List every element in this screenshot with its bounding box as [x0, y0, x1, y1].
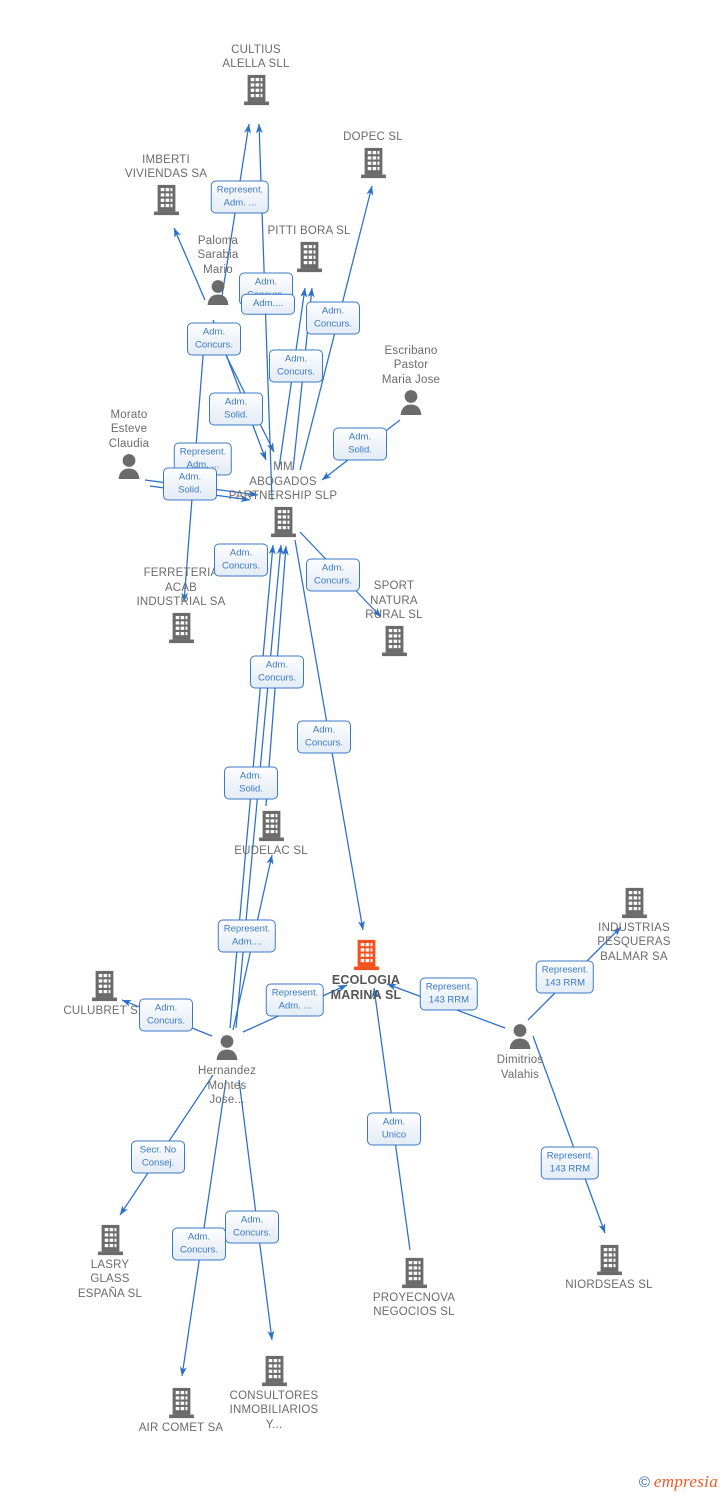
relation-label-r12[interactable]: Adm. Concurs.: [250, 655, 304, 689]
watermark: © empresia: [639, 1472, 718, 1492]
relation-label-r10[interactable]: Adm. Concurs.: [214, 543, 268, 577]
brand-name: empresia: [653, 1472, 718, 1491]
node-icon: [199, 1355, 349, 1387]
relation-label-r19[interactable]: Adm. Concurs.: [139, 998, 193, 1032]
graph-node-hernandez[interactable]: Hernandez Montes Jose...: [152, 1034, 302, 1108]
edge-group: [119, 123, 622, 1377]
relation-label-r1[interactable]: Represent. Adm. ...: [210, 180, 270, 214]
graph-node-industrias[interactable]: INDUSTRIAS PESQUERAS BALMAR SA: [559, 887, 709, 965]
building-icon: [401, 1257, 427, 1288]
building-icon: [296, 241, 322, 272]
relation-label-r4[interactable]: Adm. Concurs.: [187, 322, 241, 356]
relation-label-r16[interactable]: Represent. 143 RRM: [419, 977, 479, 1011]
node-label: Dimitrios Valahis: [496, 1054, 544, 1081]
node-label: DOPEC SL: [343, 131, 403, 143]
node-icon: [196, 810, 346, 842]
node-label: CULTIUS ALELLA SLL: [222, 43, 290, 71]
node-icon: [152, 1034, 302, 1062]
building-icon: [97, 1224, 123, 1255]
building-icon: [360, 147, 386, 178]
relation-label-r17[interactable]: Represent. 143 RRM: [535, 960, 595, 994]
node-label: LASRY GLASS ESPAÑA SL: [77, 1258, 143, 1300]
building-icon: [258, 810, 284, 841]
graph-node-lasry[interactable]: LASRY GLASS ESPAÑA SL: [35, 1224, 185, 1302]
building-icon: [381, 625, 407, 656]
node-label: NIORDSEAS SL: [565, 1278, 653, 1291]
node-icon: [559, 887, 709, 919]
node-icon: [106, 612, 256, 644]
building-icon: [270, 506, 296, 537]
relation-label-r20[interactable]: Secr. No Consej.: [131, 1140, 185, 1174]
node-icon: [291, 939, 441, 971]
node-label: AIR COMET SA: [138, 1421, 224, 1434]
node-icon: [339, 1257, 489, 1289]
node-icon: [445, 1023, 595, 1051]
node-icon: [181, 74, 331, 106]
node-icon: [29, 970, 179, 1002]
graph-node-aircomet[interactable]: AIR COMET SA: [106, 1387, 256, 1436]
person-icon: [118, 454, 140, 479]
relation-label-r2b[interactable]: Adm....: [241, 293, 295, 315]
graph-node-ferreteria[interactable]: FERRETERIA ACAB INDUSTRIAL SA: [106, 566, 256, 644]
node-icon: [106, 1387, 256, 1419]
relation-label-r13[interactable]: Adm. Concurs.: [297, 720, 351, 754]
building-icon: [168, 612, 194, 643]
node-label: INDUSTRIAS PESQUERAS BALMAR SA: [597, 921, 671, 963]
graph-node-eudelac[interactable]: EUDELAC SL: [196, 810, 346, 859]
relation-label-r7[interactable]: Adm. Solid.: [333, 427, 387, 461]
relation-label-r14[interactable]: Adm. Solid.: [224, 766, 278, 800]
node-icon: [319, 625, 469, 657]
relation-label-r5[interactable]: Adm. Concurs.: [269, 349, 323, 383]
person-icon: [400, 390, 422, 415]
relation-label-r18[interactable]: Represent. Adm. ...: [265, 983, 325, 1017]
relation-label-r22[interactable]: Represent. 143 RRM: [540, 1146, 600, 1180]
relationship-graph-canvas: CULTIUS ALELLA SLL IMBERTI VIVIENDAS SA DO…: [0, 0, 728, 1500]
person-icon: [216, 1035, 238, 1060]
graph-node-cultius[interactable]: CULTIUS ALELLA SLL: [181, 43, 331, 106]
relation-label-r6[interactable]: Adm. Solid.: [209, 392, 263, 426]
building-icon: [261, 1355, 287, 1386]
relation-label-r15[interactable]: Represent. Adm....: [217, 919, 277, 953]
node-icon: [208, 506, 358, 538]
building-icon: [168, 1387, 194, 1418]
node-label: Hernandez Montes Jose...: [197, 1065, 257, 1106]
node-label: EUDELAC SL: [234, 844, 308, 857]
relation-label-r11[interactable]: Adm. Concurs.: [306, 558, 360, 592]
graph-node-proyecnova[interactable]: PROYECNOVA NEGOCIOS SL: [339, 1257, 489, 1320]
building-icon: [596, 1244, 622, 1275]
graph-node-escribano[interactable]: Escribano Pastor Maria Jose: [336, 344, 486, 418]
person-icon: [207, 280, 229, 305]
building-icon: [621, 887, 647, 918]
relation-label-r24[interactable]: Adm. Concurs.: [225, 1210, 279, 1244]
relation-label-r21[interactable]: Adm. Unico: [367, 1112, 421, 1146]
node-label: Escribano Pastor Maria Jose: [381, 344, 441, 386]
relation-label-r9[interactable]: Adm. Solid.: [163, 467, 217, 501]
building-icon: [91, 970, 117, 1001]
node-label: IMBERTI VIVIENDAS SA: [124, 153, 208, 181]
node-label: PROYECNOVA NEGOCIOS SL: [372, 1291, 456, 1319]
relation-label-r23[interactable]: Adm. Concurs.: [172, 1227, 226, 1261]
building-icon: [153, 184, 179, 215]
node-icon: [298, 147, 448, 179]
node-icon: [35, 1224, 185, 1256]
building-icon: [353, 939, 379, 970]
person-icon: [509, 1024, 531, 1049]
graph-node-dopec[interactable]: DOPEC SL: [298, 130, 448, 179]
relation-label-r3[interactable]: Adm. Concurs.: [306, 301, 360, 335]
graph-node-niordseas[interactable]: NIORDSEAS SL: [534, 1244, 684, 1293]
node-label: Paloma Sarabia Mario: [197, 234, 239, 276]
node-icon: [336, 389, 486, 417]
graph-node-dimitrios[interactable]: Dimitrios Valahis: [445, 1023, 595, 1082]
node-icon: [534, 1244, 684, 1276]
copyright-icon: ©: [638, 1473, 650, 1491]
building-icon: [243, 74, 269, 105]
